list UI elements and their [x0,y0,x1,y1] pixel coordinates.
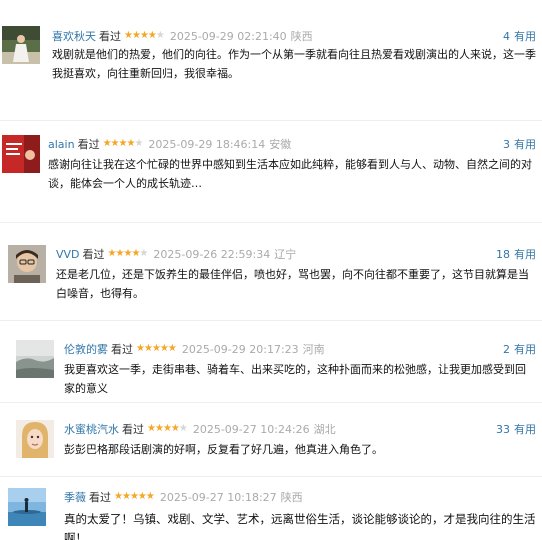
star-icon: ★ [123,248,132,259]
useful-count: 33 [496,422,510,436]
star-icon: ★ [131,248,140,259]
review-meta: alain 看过 ★ ★ ★ ★ ★ 2025-09-29 18:46:14 安徽 [48,136,295,152]
user-avatar-photo[interactable] [16,340,54,378]
useful-label: 有用 [514,343,536,356]
review-time: 2025-09-27 10:18:27 [159,490,277,504]
review-meta: 喜欢秋天 看过 ★ ★ ★ ★ ★ 2025-09-29 02:21:40 陕西 [52,28,317,44]
star-icon: ★ [151,343,161,354]
star-icon: ★ [114,491,123,502]
rating-stars: ★ ★ ★ ★ ★ [136,343,177,354]
user-avatar-photo[interactable] [16,420,54,458]
star-icon: ★ [139,248,148,259]
useful-count: 18 [496,247,510,261]
rating-stars: ★ ★ ★ ★ ★ [124,30,165,41]
review-content: 我更喜欢这一季，走街串巷、骑着车、出来买吃的，这种扑面而来的松弛感，让我更加感受… [64,363,526,395]
review-time: 2025-09-29 18:46:14 [148,137,266,151]
star-icon: ★ [134,138,143,149]
username-link[interactable]: 喜欢秋天 [52,28,96,44]
star-icon: ★ [147,423,156,434]
divider [0,320,542,321]
star-icon: ★ [178,423,188,434]
useful-count: 3 [503,137,510,151]
rating-stars: ★ ★ ★ ★ ★ [114,491,155,502]
watched-status: 看过 [77,138,100,151]
review-location: 安徽 [269,138,292,151]
username-link[interactable]: alain [48,138,75,151]
useful-vote[interactable]: 18 有用 [496,246,536,262]
divider [0,222,542,223]
star-icon: ★ [162,423,172,434]
review-location: 河南 [302,343,325,356]
user-avatar-photo[interactable] [2,26,40,64]
review-content: 真的太爱了！乌镇、戏剧、文学、艺术，远离世俗生活，谈论能够谈论的，才是我向往的生… [64,512,536,540]
star-icon: ★ [126,138,135,149]
review-meta: 季薇 看过 ★ ★ ★ ★ ★ 2025-09-27 10:18:27 陕西 [64,489,307,505]
review-location: 陕西 [290,30,313,43]
star-icon: ★ [121,491,131,502]
watched-status: 看过 [89,491,111,504]
review-content: 还是老几位，还是下饭养生的最佳伴侣，喷也好，骂也罢，向不向往都不重要了，这节目就… [56,268,529,300]
star-icon: ★ [145,491,155,502]
watched-status: 看过 [111,343,133,356]
star-icon: ★ [102,138,112,149]
star-icon: ★ [131,30,141,41]
useful-vote[interactable]: 4 有用 [503,28,536,44]
star-icon: ★ [139,30,149,41]
star-icon: ★ [167,343,177,354]
watched-status: 看过 [82,248,105,261]
rating-stars: ★ ★ ★ ★ ★ [107,248,149,259]
star-icon: ★ [159,343,169,354]
rating-stars: ★ ★ ★ ★ ★ [147,423,188,434]
username-link[interactable]: 水蜜桃汽水 [64,421,119,437]
star-icon: ★ [136,343,145,354]
review-time: 2025-09-26 22:59:34 [153,247,271,261]
divider [0,120,542,121]
useful-label: 有用 [514,423,536,436]
review-location: 辽宁 [274,248,297,261]
review-meta: 伦敦的雾 看过 ★ ★ ★ ★ ★ 2025-09-29 20:17:23 河南 [64,341,329,357]
star-icon: ★ [170,423,180,434]
user-avatar-photo[interactable] [2,135,40,173]
star-icon: ★ [124,30,133,41]
useful-vote[interactable]: 3 有用 [503,136,536,152]
user-avatar-photo[interactable] [8,245,46,283]
review-content: 戏剧就是他们的热爱，他们的向往。作为一个从第一季就看向往且热爱看戏剧演出的人来说… [52,48,536,80]
review-content: 彭彭巴格那段话剧演的好啊，反复看了好几遍，他真进入角色了。 [64,443,383,456]
useful-count: 2 [503,342,510,356]
review-time: 2025-09-27 10:24:26 [192,422,310,436]
watched-status: 看过 [122,423,144,436]
star-icon: ★ [129,491,139,502]
review-location: 陕西 [280,491,303,504]
user-avatar-photo[interactable] [8,488,46,526]
useful-vote[interactable]: 33 有用 [496,421,536,437]
useful-count: 4 [503,29,510,43]
review-content: 感谢向往让我在这个忙碌的世界中感知到生活本应如此纯粹，能够看到人与人、动物、自然… [48,158,532,190]
star-icon: ★ [137,491,147,502]
review-time: 2025-09-29 02:21:40 [169,29,287,43]
star-icon: ★ [147,30,157,41]
username-link[interactable]: 伦敦的雾 [64,341,108,357]
review-meta: VVD 看过 ★ ★ ★ ★ ★ 2025-09-26 22:59:34 辽宁 [56,246,300,262]
star-icon: ★ [118,138,128,149]
useful-vote[interactable]: 2 有用 [503,341,536,357]
divider [0,476,542,477]
star-icon: ★ [155,30,165,41]
review-location: 湖北 [313,423,336,436]
star-icon: ★ [143,343,153,354]
useful-label: 有用 [514,248,536,261]
rating-stars: ★ ★ ★ ★ ★ [102,138,144,149]
review-meta: 水蜜桃汽水 看过 ★ ★ ★ ★ ★ 2025-09-27 10:24:26 湖北 [64,421,340,437]
star-icon: ★ [110,138,120,149]
review-time: 2025-09-29 20:17:23 [181,342,299,356]
useful-label: 有用 [514,138,536,151]
star-icon: ★ [115,248,125,259]
star-icon: ★ [107,248,117,259]
watched-status: 看过 [99,30,121,43]
useful-label: 有用 [514,30,536,43]
username-link[interactable]: 季薇 [64,489,86,505]
divider [0,402,542,403]
star-icon: ★ [154,423,164,434]
username-link[interactable]: VVD [56,248,80,261]
